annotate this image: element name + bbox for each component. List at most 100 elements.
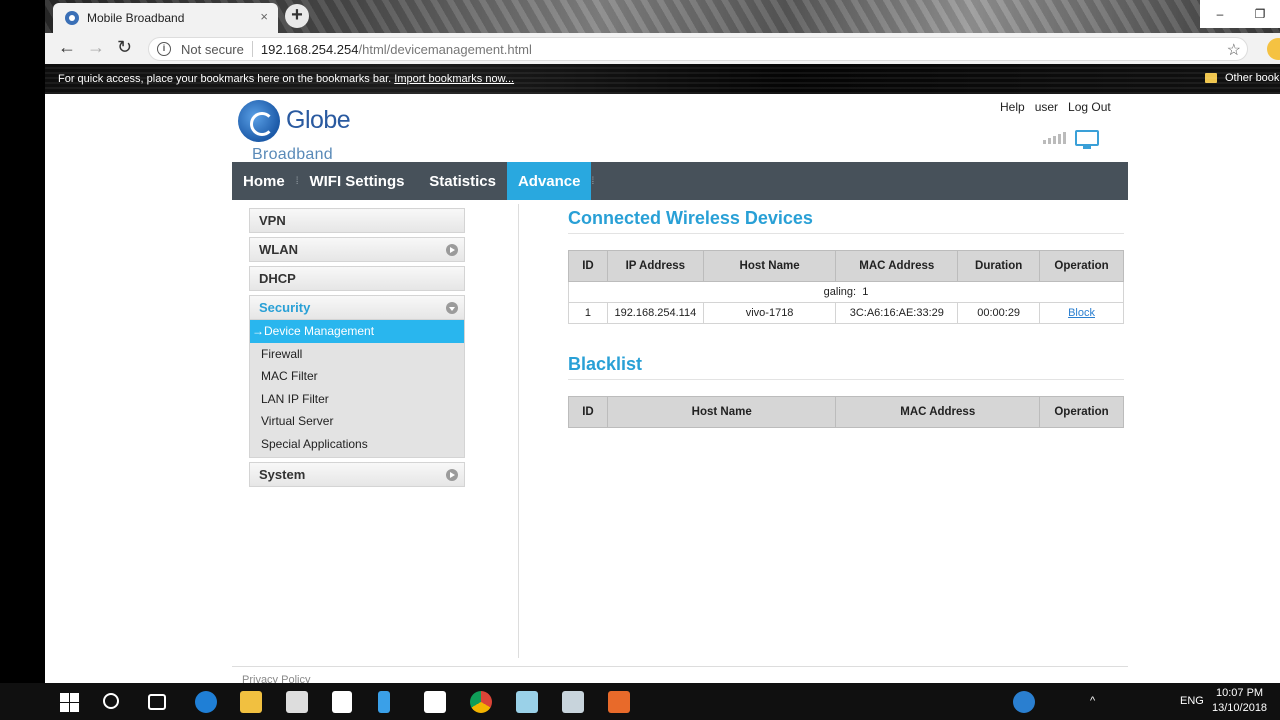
minimize-button[interactable]: – (1200, 0, 1240, 28)
submenu-firewall[interactable]: Firewall (250, 343, 464, 366)
blacklist-table: ID Host Name MAC Address Operation (568, 396, 1124, 428)
globe-logo-icon (238, 100, 280, 142)
security-submenu: →Device Management Firewall MAC Filter L… (249, 320, 465, 458)
blacklist-title: Blacklist (568, 352, 1124, 380)
tab-title: Mobile Broadband (87, 11, 185, 25)
block-device-link[interactable]: Block (1039, 302, 1124, 324)
col-duration: Duration (957, 250, 1041, 282)
reload-icon[interactable]: ↻ (117, 37, 132, 58)
new-tab-button[interactable]: + (285, 4, 309, 28)
submenu-lan-ip-filter[interactable]: LAN IP Filter (250, 388, 464, 411)
task-view-icon[interactable] (148, 694, 166, 710)
col-host-name: Host Name (702, 250, 837, 282)
signal-strength-icon (1043, 132, 1066, 144)
clock-time: 10:07 PM (1215, 687, 1264, 699)
info-icon[interactable]: i (157, 42, 171, 56)
top-links: Help user Log Out (1000, 100, 1111, 114)
browser-window: Mobile Broadband × + – ❐ ← → ↻ i Not sec… (45, 0, 1280, 686)
other-bookmarks-folder[interactable]: Other book (1205, 72, 1279, 84)
table-row: 1 192.168.254.114 vivo-1718 3C:A6:16:AE:… (568, 302, 1124, 324)
collapse-arrow-icon (446, 302, 458, 314)
device-host: vivo-1718 (702, 302, 837, 324)
nav-home[interactable]: Home (232, 162, 296, 200)
submenu-special-applications[interactable]: Special Applications (250, 433, 464, 456)
help-link[interactable]: Help (1000, 100, 1025, 114)
tray-chevron-icon[interactable]: ^ (1090, 695, 1095, 707)
dropbox-icon[interactable] (332, 691, 352, 713)
taskbar-clock[interactable]: 10:07 PM 13/10/2018 (1212, 686, 1267, 716)
other-bookmarks-label: Other book (1225, 72, 1280, 84)
file-explorer-icon[interactable] (240, 691, 262, 713)
back-arrow-icon[interactable]: ← (58, 37, 76, 58)
nav-wifi-settings[interactable]: WIFI Settings (298, 162, 415, 200)
omnibox-divider (251, 41, 253, 57)
clock-date: 13/10/2018 (1212, 702, 1268, 714)
forward-arrow-icon[interactable]: → (87, 37, 105, 58)
col-id: ID (568, 396, 608, 428)
bookmarks-hint-text: For quick access, place your bookmarks h… (58, 73, 392, 85)
tab-close-icon[interactable]: × (260, 9, 268, 24)
advance-sidebar: VPN WLAN DHCP Security →Device Managemen… (249, 208, 465, 491)
help-tray-icon[interactable] (1013, 691, 1035, 713)
device-ip: 192.168.254.114 (606, 302, 704, 324)
bookmarks-hint: For quick access, place your bookmarks h… (58, 73, 514, 85)
search-icon[interactable] (103, 693, 119, 709)
nav-advance[interactable]: Advance (506, 162, 592, 200)
submenu-device-management[interactable]: →Device Management (250, 320, 464, 343)
sidebar-vpn-label: VPN (259, 213, 286, 228)
address-bar[interactable]: i Not secure 192.168.254.254 /html/devic… (148, 37, 1248, 61)
user-link[interactable]: user (1035, 100, 1058, 114)
col-host-name: Host Name (606, 396, 837, 428)
tab-strip: Mobile Broadband × + – ❐ (45, 0, 1280, 33)
col-mac-address: MAC Address (835, 396, 1041, 428)
windows-taskbar: ^ ENG 10:07 PM 13/10/2018 (0, 683, 1280, 720)
device-id: 1 (568, 302, 608, 324)
import-bookmarks-link[interactable]: Import bookmarks now... (394, 73, 514, 85)
language-indicator[interactable]: ENG (1180, 695, 1204, 707)
url-path: /html/devicemanagement.html (358, 41, 532, 57)
sidebar-item-security[interactable]: Security (249, 295, 465, 320)
device-mac: 3C:A6:16:AE:33:29 (835, 302, 959, 324)
bookmark-star-icon[interactable]: ☆ (1227, 40, 1241, 60)
expand-arrow-icon (446, 244, 458, 256)
url-host: 192.168.254.254 (260, 41, 359, 57)
expand-arrow-icon (446, 469, 458, 481)
chrome-icon[interactable] (470, 691, 492, 713)
sidebar-item-wlan[interactable]: WLAN (249, 237, 465, 262)
sidebar-item-system[interactable]: System (249, 462, 465, 487)
windows-start-icon[interactable] (58, 691, 80, 713)
store-icon[interactable] (286, 691, 308, 713)
submenu-virtual-server[interactable]: Virtual Server (250, 410, 464, 433)
content-divider (518, 204, 519, 658)
col-mac-address: MAC Address (835, 250, 959, 282)
browser-tab[interactable]: Mobile Broadband × (53, 3, 278, 33)
ssid-summary-row: galing: 1 (568, 281, 1124, 303)
main-nav: Home ⁞ WIFI Settings Statistics Advance … (232, 162, 1128, 200)
bookmarks-bar: For quick access, place your bookmarks h… (45, 64, 1280, 94)
desktop-screen: Mobile Broadband × + – ❐ ← → ↻ i Not sec… (0, 0, 1280, 720)
nav-separator: ⁞ (591, 175, 595, 187)
main-content: Connected Wireless Devices ID IP Address… (568, 206, 1124, 428)
submenu-mac-filter[interactable]: MAC Filter (250, 365, 464, 388)
footer-divider (232, 666, 1128, 667)
router-page: Globe Broadband Help user Log Out Home ⁞… (45, 94, 1280, 686)
sidebar-item-vpn[interactable]: VPN (249, 208, 465, 233)
vscode-icon[interactable] (378, 691, 390, 713)
mail-icon[interactable] (424, 691, 446, 713)
app-icon[interactable] (608, 691, 630, 713)
connection-status-icon (1075, 130, 1099, 149)
device-duration: 00:00:29 (957, 302, 1041, 324)
sidebar-wlan-label: WLAN (259, 242, 298, 257)
connected-devices-table: ID IP Address Host Name MAC Address Dura… (568, 250, 1124, 324)
security-label: Not secure (181, 41, 244, 57)
nav-statistics[interactable]: Statistics (418, 162, 507, 200)
app-icon[interactable] (562, 691, 584, 713)
col-id: ID (568, 250, 608, 282)
restore-button[interactable]: ❐ (1240, 0, 1280, 28)
profile-avatar-icon[interactable] (1267, 38, 1280, 60)
col-operation: Operation (1039, 396, 1124, 428)
edge-browser-icon[interactable] (195, 691, 217, 713)
logout-link[interactable]: Log Out (1068, 100, 1111, 114)
app-icon[interactable] (516, 691, 538, 713)
sidebar-item-dhcp[interactable]: DHCP (249, 266, 465, 291)
